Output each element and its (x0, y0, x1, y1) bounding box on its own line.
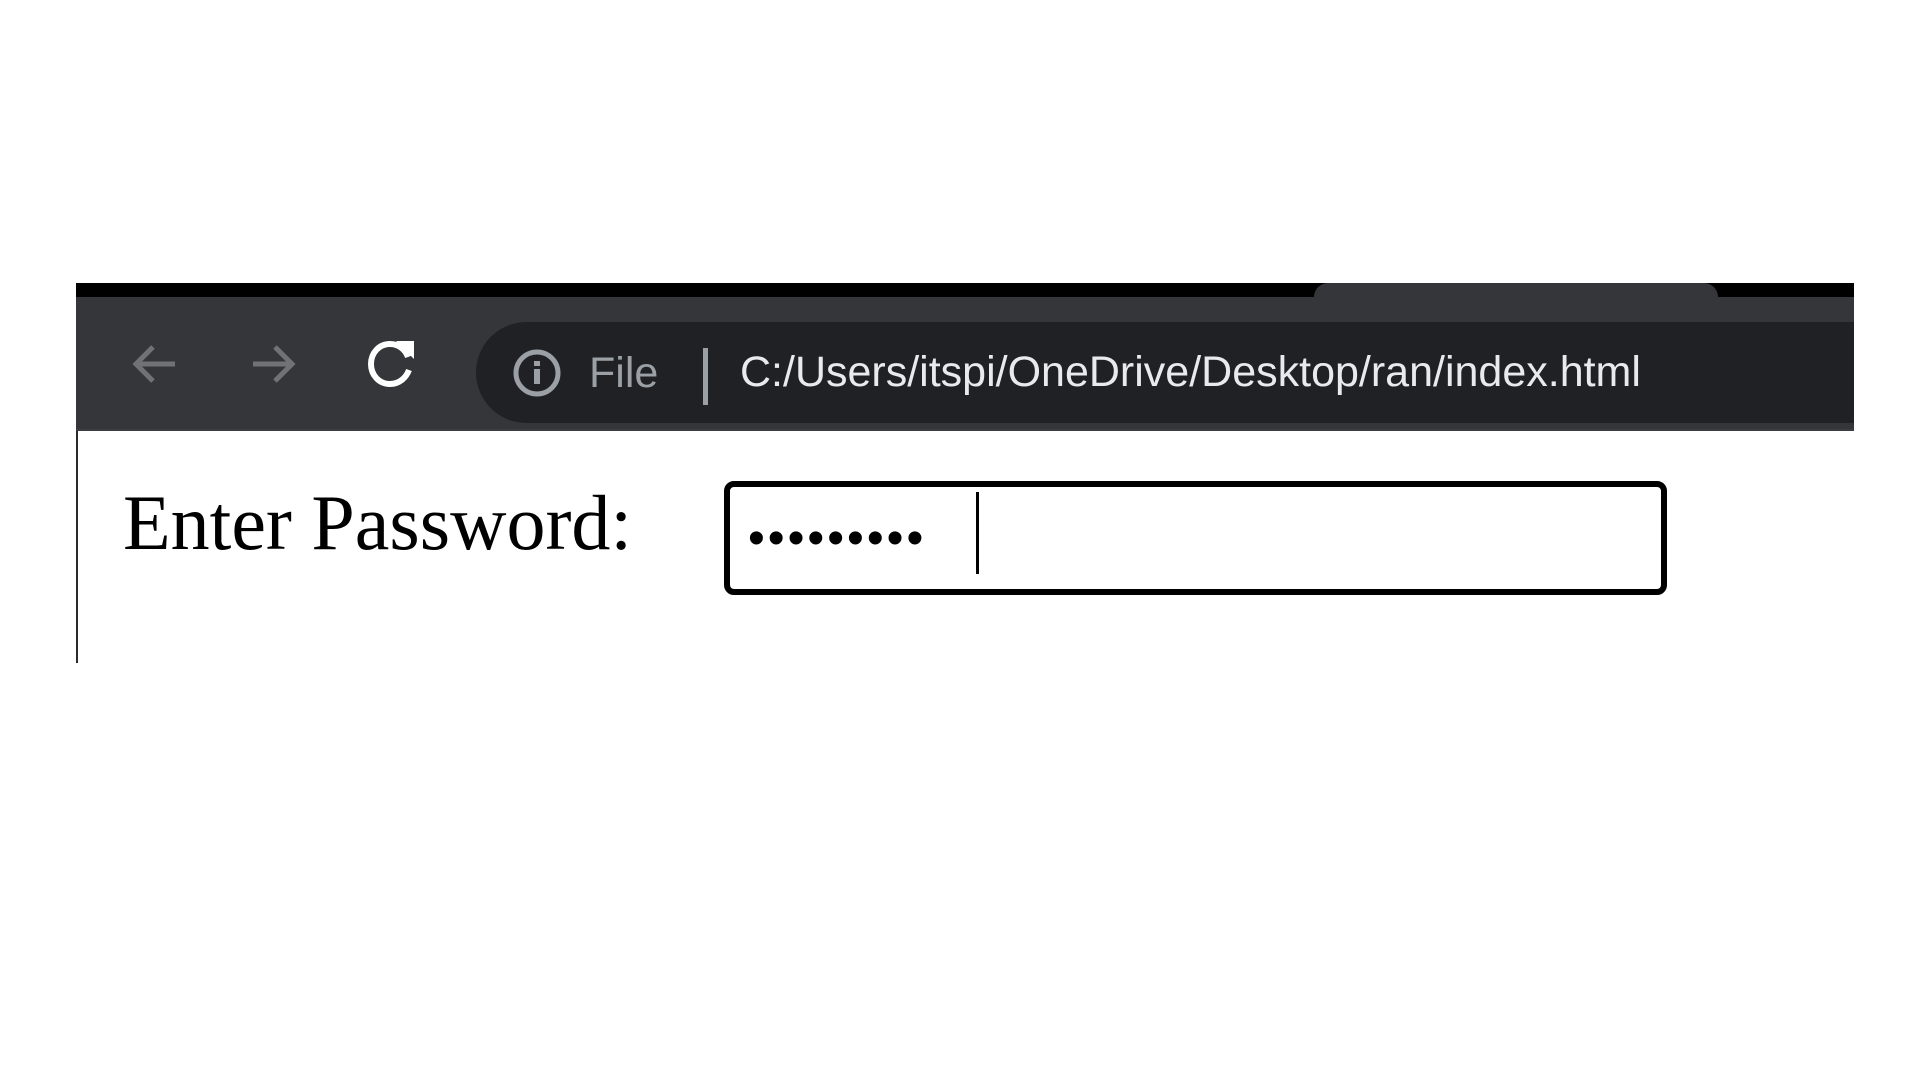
address-bar[interactable]: File C:/Users/itspi/OneDrive/Desktop/ran… (476, 322, 1854, 423)
arrow-left-icon (132, 345, 175, 383)
password-input[interactable] (724, 481, 1667, 595)
browser-toolbar: File C:/Users/itspi/OneDrive/Desktop/ran… (76, 297, 1854, 431)
arrow-right-icon (253, 345, 296, 383)
info-icon (513, 349, 561, 397)
site-info-button[interactable]: File (511, 347, 658, 399)
page-content: Enter Password: (76, 431, 1854, 663)
forward-button[interactable] (244, 335, 302, 393)
text-cursor (976, 492, 979, 574)
tab-strip (76, 283, 1854, 297)
active-tab-edge (1314, 283, 1718, 297)
address-divider (703, 348, 708, 405)
back-button[interactable] (126, 335, 184, 393)
reload-icon (367, 340, 414, 388)
browser-window: File C:/Users/itspi/OneDrive/Desktop/ran… (76, 283, 1854, 663)
reload-button[interactable] (363, 335, 421, 393)
file-scheme-label: File (589, 349, 659, 397)
password-label: Enter Password: (123, 479, 633, 566)
url-text[interactable]: C:/Users/itspi/OneDrive/Desktop/ran/inde… (740, 345, 1641, 400)
